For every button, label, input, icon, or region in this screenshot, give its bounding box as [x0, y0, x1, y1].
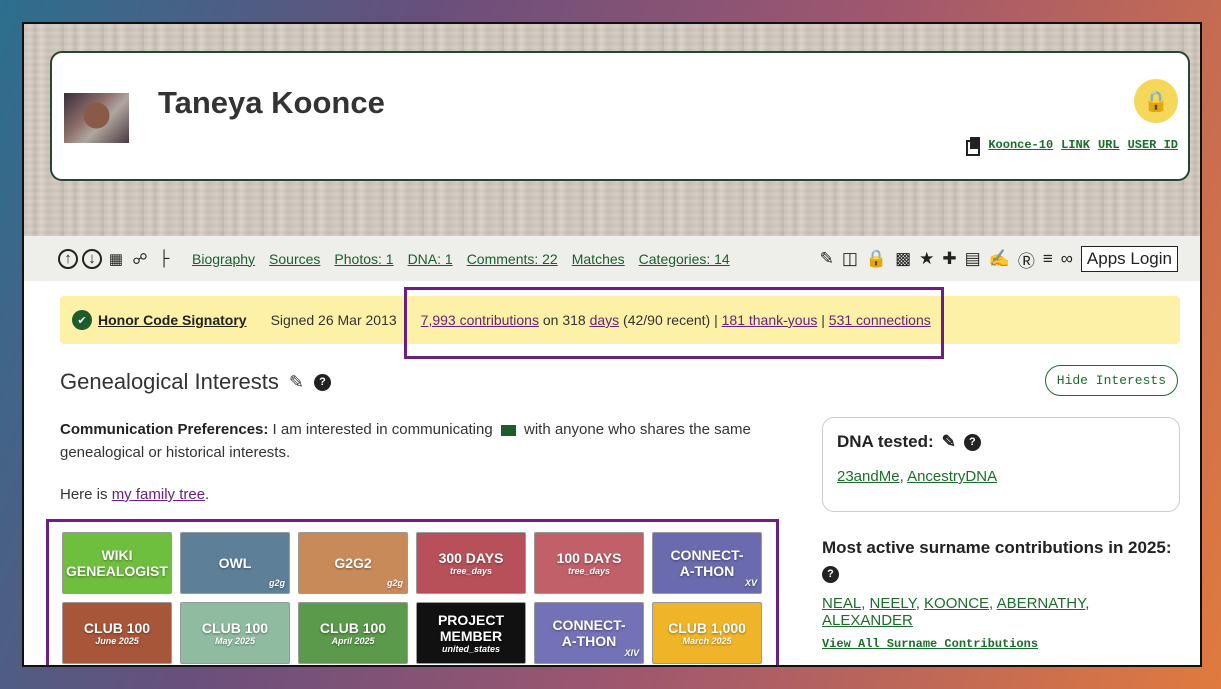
list-icon[interactable]: ≡ [1043, 249, 1053, 269]
surname-link[interactable]: ABERNATHY [997, 595, 1086, 612]
help-icon[interactable]: ? [963, 433, 981, 451]
help-icon[interactable]: ? [314, 373, 331, 391]
privacy-lock-icon[interactable]: 🔒 [866, 249, 887, 269]
profile-name: Taneya Koonce [158, 85, 385, 120]
dna-title: DNA tested: [837, 432, 934, 451]
page-frame: Taneya Koonce 🔒 Koonce-10 LINK URL USER … [22, 22, 1202, 667]
interests-title: Genealogical Interests [60, 369, 279, 394]
tab-biography[interactable]: Biography [192, 251, 255, 267]
surname-link[interactable]: NEAL [822, 595, 861, 612]
hide-interests-button[interactable]: Hide Interests [1044, 365, 1178, 396]
envelope-icon[interactable] [500, 424, 516, 436]
add-icon[interactable]: ✚ [942, 249, 956, 269]
surnames-title: Most active surname contributions in 202… [822, 538, 1172, 557]
family-prefix: Here is [60, 486, 112, 503]
family-tree-line: Here is my family tree. [60, 486, 209, 503]
surname-contributions: Most active surname contributions in 202… [822, 538, 1182, 651]
family-tree-link[interactable]: my family tree [112, 486, 205, 503]
tab-comments[interactable]: Comments: 22 [467, 251, 558, 267]
profile-card: Taneya Koonce 🔒 Koonce-10 LINK URL USER … [50, 51, 1190, 181]
family-suffix: . [205, 486, 210, 503]
communication-preferences: Communication Preferences: I am interest… [60, 418, 780, 464]
pencil-icon[interactable]: ✎ [289, 372, 304, 393]
tab-categories[interactable]: Categories: 14 [639, 251, 730, 267]
apps-login-button[interactable]: Apps Login [1080, 246, 1178, 272]
pencil-icon[interactable]: ✎ [942, 432, 956, 452]
dna-tests: 23andMe, AncestryDNA [837, 468, 998, 485]
section-title: Genealogical Interests ✎ ? [60, 369, 331, 395]
descendants-icon[interactable]: ├ [154, 249, 174, 269]
toolbar: ✎ ◫ 🔒 ▩ ★ ✚ ▤ ✍ Ⓡ ≡ ∞ Apps Login [820, 246, 1178, 272]
dna-test-link[interactable]: AncestryDNA [907, 468, 997, 485]
link-link[interactable]: LINK [1061, 138, 1090, 152]
lock-icon[interactable]: 🔒 [1134, 79, 1178, 123]
help-icon[interactable]: ? [822, 565, 839, 583]
honor-code-link[interactable]: Honor Code Signatory [98, 312, 247, 328]
apps-icon[interactable]: ▩ [895, 249, 911, 269]
star-icon[interactable]: ★ [919, 249, 934, 269]
tab-matches[interactable]: Matches [572, 251, 625, 267]
surname-link[interactable]: NEELY [870, 595, 916, 612]
comm-text: I am interested in communicating [268, 421, 497, 438]
surname-list: NEAL, NEELY, KOONCE, ABERNATHY, ALEXANDE… [822, 594, 1090, 629]
user-id-link[interactable]: USER ID [1128, 138, 1178, 152]
arrow-up-icon[interactable]: ↑ [58, 248, 78, 269]
tab-sources[interactable]: Sources [269, 251, 320, 267]
dna-tested-box: DNA tested: ✎? 23andMe, AncestryDNA [822, 417, 1180, 512]
grid-icon[interactable]: ▦ [106, 249, 126, 269]
copy-icon[interactable] [966, 137, 981, 156]
wiki-id-link[interactable]: Koonce-10 [988, 138, 1053, 152]
highlight-box-stats [404, 287, 944, 359]
surname-link[interactable]: ALEXANDER [822, 612, 913, 629]
surname-link[interactable]: KOONCE [924, 595, 989, 612]
nav-links: Biography Sources Photos: 1 DNA: 1 Comme… [192, 251, 730, 267]
edit-icon[interactable]: ✎ [820, 249, 834, 269]
sources-s-icon[interactable]: Ⓡ [1018, 247, 1035, 272]
url-link[interactable]: URL [1098, 138, 1120, 152]
tab-photos[interactable]: Photos: 1 [334, 251, 393, 267]
comm-label: Communication Preferences: [60, 421, 269, 438]
notes-icon[interactable]: ✍ [989, 249, 1010, 269]
check-badge-icon: ✔ [72, 310, 92, 330]
arrow-down-icon[interactable]: ↓ [82, 248, 102, 269]
tab-dna[interactable]: DNA: 1 [408, 251, 453, 267]
clipboard-icon[interactable]: ▤ [965, 249, 981, 269]
profile-id-links: Koonce-10 LINK URL USER ID [966, 137, 1178, 156]
view-all-surnames-link[interactable]: View All Surname Contributions [822, 637, 1182, 651]
avatar[interactable] [64, 93, 129, 143]
merge-icon[interactable]: ◫ [842, 249, 858, 269]
signed-date: Signed 26 Mar 2013 [270, 312, 397, 328]
dna-test-link[interactable]: 23andMe [837, 468, 900, 485]
profile-nav: ↑ ↓ ▦ ☍ ├ Biography Sources Photos: 1 DN… [24, 236, 1200, 281]
glasses-icon[interactable]: ∞ [1061, 249, 1073, 269]
share-tree-icon[interactable]: ☍ [130, 249, 150, 269]
highlight-box-badges [46, 519, 779, 665]
